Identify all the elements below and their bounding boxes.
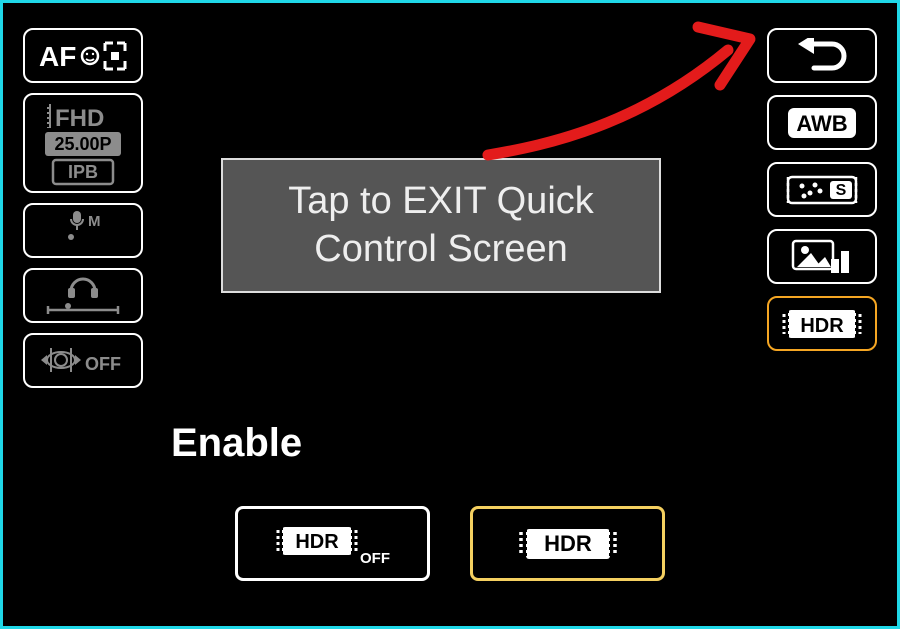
svg-text:IPB: IPB xyxy=(68,162,98,182)
hdr-off-icon: HDR OFF xyxy=(268,519,398,569)
af-method-button[interactable]: AF xyxy=(23,28,143,83)
creative-assist-icon xyxy=(787,237,857,277)
picture-style-button[interactable]: S xyxy=(767,162,877,217)
is-mode-button[interactable]: OFF xyxy=(23,333,143,388)
left-settings-column: AF FHD 25.00P IPB xyxy=(23,28,143,388)
svg-text:HDR: HDR xyxy=(544,531,592,556)
svg-text:AWB: AWB xyxy=(796,111,847,136)
mic-manual-icon: M xyxy=(33,208,133,253)
hdr-options-row: HDR OFF HDR xyxy=(3,506,897,581)
creative-assist-button[interactable] xyxy=(767,229,877,284)
right-settings-column: AWB S HDR xyxy=(767,28,877,351)
hdr-icon: HDR xyxy=(778,304,866,344)
movie-quality-button[interactable]: FHD 25.00P IPB xyxy=(23,93,143,193)
hdr-on-option[interactable]: HDR xyxy=(470,506,665,581)
hdr-on-icon: HDR xyxy=(508,519,628,569)
sound-recording-button[interactable]: M xyxy=(23,203,143,258)
return-icon xyxy=(792,38,852,74)
movie-quality-icon: FHD 25.00P IPB xyxy=(33,98,133,188)
svg-text:OFF: OFF xyxy=(360,550,390,567)
svg-text:25.00P: 25.00P xyxy=(54,134,111,154)
headphone-volume-button[interactable] xyxy=(23,268,143,323)
svg-text:HDR: HDR xyxy=(295,531,339,553)
white-balance-button[interactable]: AWB xyxy=(767,95,877,150)
annotation-text: Tap to EXIT Quick Control Screen xyxy=(288,180,594,270)
svg-text:FHD: FHD xyxy=(55,105,104,132)
af-face-tracking-icon: AF xyxy=(33,36,133,76)
headphone-icon xyxy=(33,273,133,318)
hdr-off-option[interactable]: HDR OFF xyxy=(235,506,430,581)
svg-text:HDR: HDR xyxy=(800,315,844,337)
setting-status-label: Enable xyxy=(171,421,302,466)
awb-icon: AWB xyxy=(782,104,862,142)
svg-text:OFF: OFF xyxy=(85,354,121,374)
annotation-callout: Tap to EXIT Quick Control Screen xyxy=(221,158,661,293)
picture-style-icon: S xyxy=(782,171,862,209)
svg-text:S: S xyxy=(836,182,847,199)
svg-text:M: M xyxy=(88,213,101,230)
annotation-arrow-icon xyxy=(468,15,778,165)
svg-text:AF: AF xyxy=(39,41,76,72)
image-stabilizer-off-icon: OFF xyxy=(33,338,133,383)
return-button[interactable] xyxy=(767,28,877,83)
hdr-movie-button[interactable]: HDR xyxy=(767,296,877,351)
